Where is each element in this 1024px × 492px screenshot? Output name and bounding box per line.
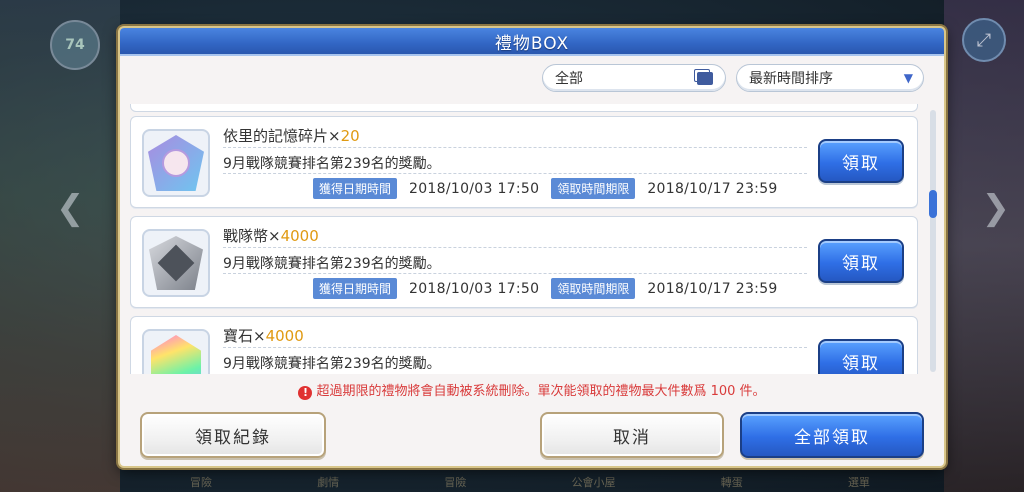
gift-name: 寶石×4000 <box>223 327 304 345</box>
sort-label: 最新時間排序 <box>749 71 833 87</box>
warning-message: ! 超過期限的禮物將會自動被系統刪除。單次能領取的禮物最大件數爲 100 件。 <box>120 380 944 400</box>
level-badge: 74 <box>50 20 100 70</box>
deadline-date: 2018/10/17 23:59 <box>647 180 778 197</box>
filter-window-icon <box>697 72 713 85</box>
deadline-label: 領取時間期限 <box>551 178 636 199</box>
deadline-label: 領取時間期限 <box>551 278 636 299</box>
nav-item: 轉蛋 <box>720 476 743 489</box>
gift-quantity: 4000 <box>265 327 304 345</box>
gift-name: 戰隊幣×4000 <box>223 227 319 245</box>
clan-coin-icon <box>142 229 210 297</box>
claim-all-button[interactable]: 全部領取 <box>740 412 924 458</box>
gift-description: 9月戰隊競賽排名第239名的獎勵。 <box>223 156 441 172</box>
gift-row: 寶石×4000 9月戰隊競賽排名第239名的獎勵。 領取 <box>130 316 918 374</box>
gift-description: 9月戰隊競賽排名第239名的獎勵。 <box>223 256 441 272</box>
gem-icon <box>142 329 210 374</box>
background-left-panel <box>0 0 120 492</box>
divider <box>223 173 807 174</box>
background-right-panel <box>944 0 1024 492</box>
dialog-title: 禮物BOX <box>494 33 570 54</box>
gift-description: 9月戰隊競賽排名第239名的獎勵。 <box>223 356 441 372</box>
gift-box-dialog: 禮物BOX 全部 最新時間排序 ▼ 依里的記憶碎片×20 9月戰隊競賽排名第23… <box>118 26 946 468</box>
cancel-button[interactable]: 取消 <box>540 412 724 458</box>
warning-icon: ! <box>298 386 313 400</box>
divider <box>223 347 807 348</box>
gift-list[interactable]: 依里的記憶碎片×20 9月戰隊競賽排名第239名的獎勵。 獲得日期時間 2018… <box>130 104 926 374</box>
gift-row: 戰隊幣×4000 9月戰隊競賽排名第239名的獎勵。 獲得日期時間 2018/1… <box>130 216 918 308</box>
divider <box>223 147 807 148</box>
category-filter-label: 全部 <box>555 71 583 87</box>
sort-dropdown[interactable]: 最新時間排序 ▼ <box>736 64 924 92</box>
filter-bar: 全部 最新時間排序 ▼ <box>542 64 924 92</box>
chevron-down-icon: ▼ <box>903 71 913 85</box>
gift-name: 依里的記憶碎片×20 <box>223 127 360 145</box>
nav-item: 冒險 <box>190 476 212 489</box>
acquired-label: 獲得日期時間 <box>313 278 398 299</box>
nav-item: 選單 <box>847 476 870 489</box>
nav-item: 公會小屋 <box>571 476 616 489</box>
claim-history-button[interactable]: 領取紀錄 <box>140 412 326 458</box>
list-item-edge <box>130 104 918 112</box>
nav-item: 劇情 <box>317 476 340 489</box>
claim-button[interactable]: 領取 <box>818 339 904 374</box>
right-arrow-icon: ❯ <box>981 188 1011 228</box>
category-filter-dropdown[interactable]: 全部 <box>542 64 726 92</box>
claim-button[interactable]: 領取 <box>818 139 904 183</box>
acquired-date: 2018/10/03 17:50 <box>409 180 540 197</box>
dialog-header: 禮物BOX <box>120 28 944 56</box>
divider <box>223 247 807 248</box>
memory-shard-icon <box>142 129 210 197</box>
gift-dates: 獲得日期時間 2018/10/03 17:50 領取時間期限 2018/10/1… <box>313 278 790 299</box>
scrollbar[interactable] <box>929 110 937 372</box>
acquired-label: 獲得日期時間 <box>313 178 398 199</box>
left-arrow-icon: ❮ <box>56 188 85 228</box>
divider <box>223 273 807 274</box>
warning-text: 超過期限的禮物將會自動被系統刪除。單次能領取的禮物最大件數爲 100 件。 <box>316 384 766 399</box>
gift-quantity: 4000 <box>280 227 319 245</box>
acquired-date: 2018/10/03 17:50 <box>409 280 540 297</box>
claim-button[interactable]: 領取 <box>818 239 904 283</box>
gift-dates: 獲得日期時間 2018/10/03 17:50 領取時間期限 2018/10/1… <box>313 178 790 199</box>
gift-quantity: 20 <box>340 127 360 145</box>
scroll-thumb[interactable] <box>929 190 937 218</box>
deadline-date: 2018/10/17 23:59 <box>647 280 778 297</box>
expand-icon: ⤢ <box>962 18 1006 62</box>
gift-row: 依里的記憶碎片×20 9月戰隊競賽排名第239名的獎勵。 獲得日期時間 2018… <box>130 116 918 208</box>
nav-item: 冒險 <box>444 476 467 489</box>
